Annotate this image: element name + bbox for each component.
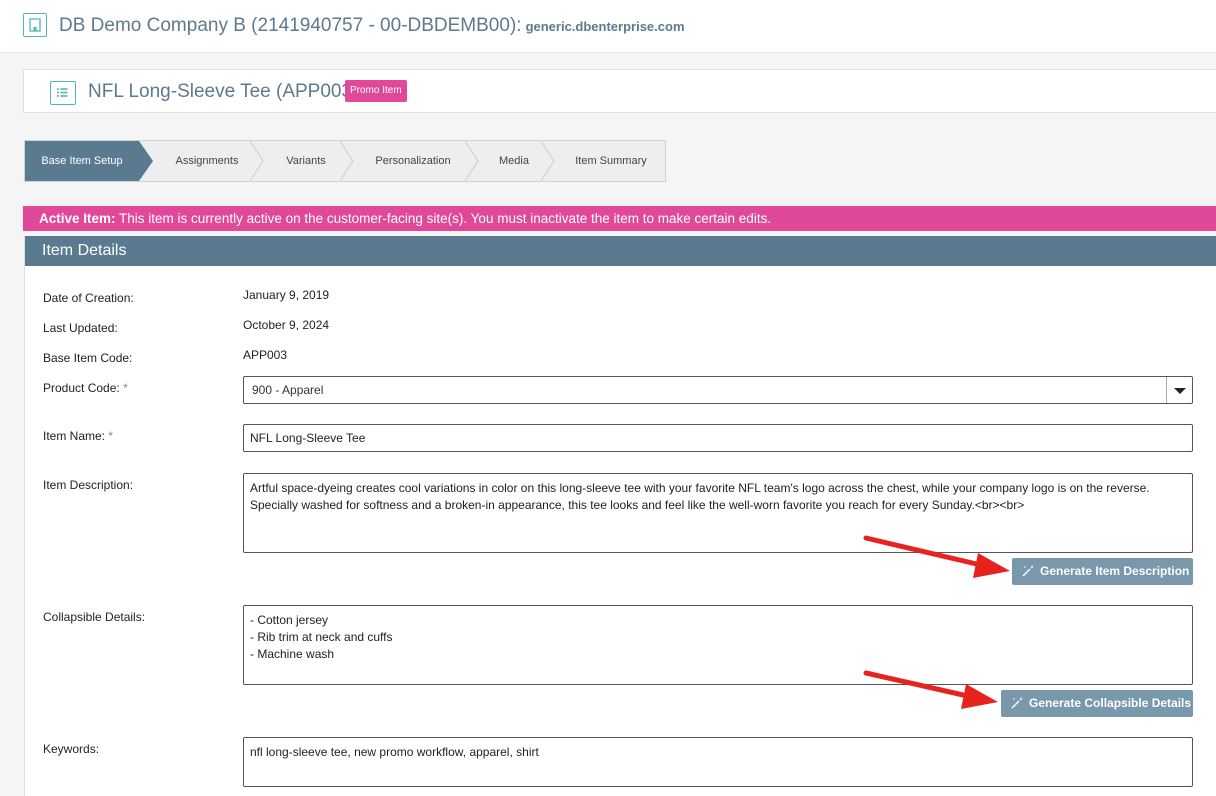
- step-item-summary[interactable]: Item Summary: [555, 141, 667, 181]
- item-name-label-text: Item Name:: [43, 429, 106, 443]
- last-updated-label: Last Updated:: [43, 321, 118, 335]
- active-item-alert: Active Item: This item is currently acti…: [23, 206, 1216, 231]
- company-title: DB Demo Company B (2141940757 - 00-DBDEM…: [59, 15, 685, 37]
- item-header: NFL Long-Sleeve Tee (APP003) Promo Item: [23, 69, 1216, 113]
- keywords-label: Keywords:: [43, 742, 100, 756]
- base-item-code-label: Base Item Code:: [43, 351, 133, 365]
- panel-title: Item Details: [25, 236, 1216, 266]
- wizard-steps: Base Item Setup Assignments Variants Per…: [24, 140, 666, 182]
- item-name-label: Item Name: *: [43, 429, 113, 443]
- step-assignments[interactable]: Assignments: [153, 141, 261, 181]
- building-icon: [23, 13, 47, 37]
- company-domain: generic.dbenterprise.com: [525, 19, 685, 34]
- product-code-select[interactable]: 900 - Apparel: [243, 376, 1193, 404]
- list-icon: [50, 81, 76, 105]
- step-media[interactable]: Media: [479, 141, 549, 181]
- product-code-label: Product Code: *: [43, 381, 128, 395]
- chevron-down-icon: [1174, 388, 1186, 394]
- magic-wand-icon: [1011, 697, 1023, 709]
- collapsible-details-label: Collapsible Details:: [43, 610, 146, 624]
- top-header: DB Demo Company B (2141940757 - 00-DBDEM…: [0, 0, 1216, 53]
- step-personalization[interactable]: Personalization: [354, 141, 472, 181]
- item-title: NFL Long-Sleeve Tee (APP003): [88, 81, 359, 102]
- required-marker: *: [123, 381, 128, 395]
- keywords-textarea[interactable]: nfl long-sleeve tee, new promo workflow,…: [243, 737, 1193, 787]
- alert-text: This item is currently active on the cus…: [119, 211, 772, 226]
- item-name-input[interactable]: NFL Long-Sleeve Tee: [243, 424, 1193, 452]
- generate-collapsible-details-button[interactable]: Generate Collapsible Details: [1001, 690, 1193, 717]
- magic-wand-icon: [1022, 565, 1034, 577]
- generate-item-description-label: Generate Item Description: [1040, 564, 1190, 578]
- last-updated-value: October 9, 2024: [243, 318, 330, 332]
- step-variants[interactable]: Variants: [264, 141, 348, 181]
- collapsible-details-textarea[interactable]: - Cotton jersey - Rib trim at neck and c…: [243, 605, 1193, 685]
- product-code-selected: 900 - Apparel: [252, 383, 324, 397]
- promo-item-badge: Promo Item: [345, 80, 407, 102]
- generate-item-description-button[interactable]: Generate Item Description: [1012, 558, 1193, 585]
- step-base-item-setup[interactable]: Base Item Setup: [25, 141, 139, 181]
- alert-label: Active Item:: [39, 211, 116, 226]
- product-code-label-text: Product Code:: [43, 381, 120, 395]
- company-name: DB Demo Company B (2141940757 - 00-DBDEM…: [59, 15, 522, 36]
- required-marker: *: [108, 429, 114, 443]
- base-item-code-value: APP003: [243, 348, 288, 362]
- item-description-textarea[interactable]: Artful space-dyeing creates cool variati…: [243, 473, 1193, 553]
- generate-collapsible-details-label: Generate Collapsible Details: [1029, 696, 1192, 710]
- item-description-label: Item Description:: [43, 478, 134, 492]
- date-of-creation-label: Date of Creation:: [43, 291, 134, 305]
- date-of-creation-value: January 9, 2019: [243, 288, 330, 302]
- dropdown-arrow[interactable]: [1166, 377, 1192, 403]
